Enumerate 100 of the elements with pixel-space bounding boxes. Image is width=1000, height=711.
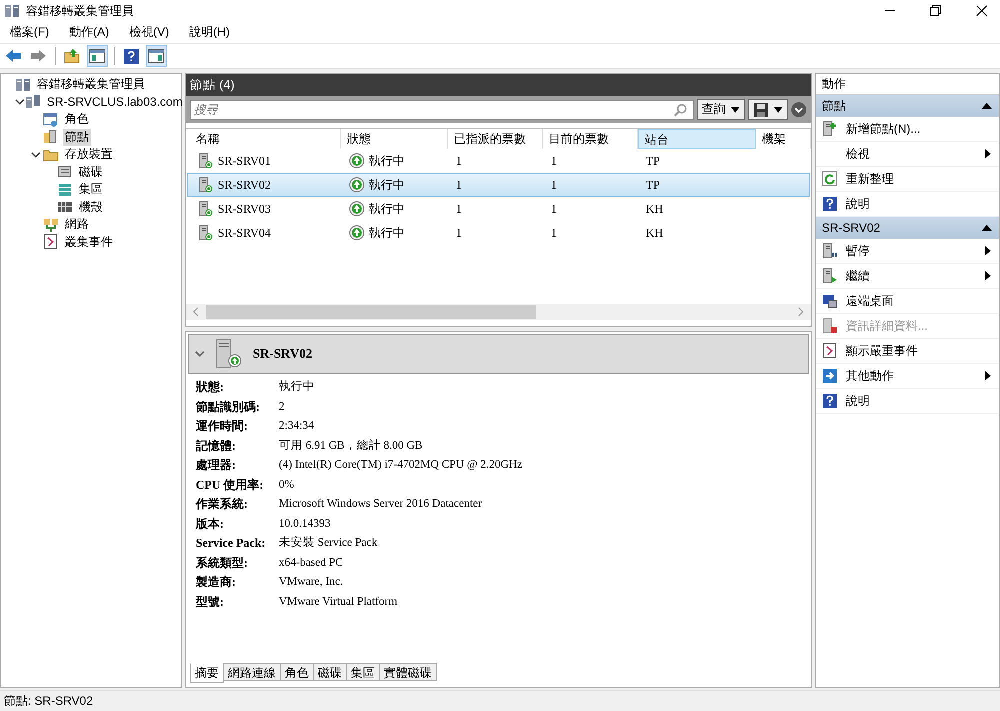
action-pane-button[interactable]	[146, 45, 167, 67]
tree-item[interactable]: 叢集事件	[63, 234, 115, 251]
table-cell: 執行中	[369, 176, 405, 194]
log-icon	[822, 343, 838, 359]
table-cell-text: KH	[645, 202, 664, 216]
server-info-icon	[822, 318, 838, 334]
tab[interactable]: 集區	[347, 663, 380, 681]
monitor-icon	[822, 293, 838, 309]
search-icon	[674, 102, 688, 116]
tree-item[interactable]: 磁碟	[77, 164, 105, 181]
servers-icon	[4, 3, 20, 19]
action-item[interactable]: 其他動作	[816, 364, 999, 389]
panel-title: 節點 (4)	[186, 74, 811, 96]
table-cell: 執行中	[369, 200, 405, 218]
server-pause-icon	[822, 243, 838, 259]
tab[interactable]: 角色	[281, 663, 314, 681]
back-icon	[5, 48, 22, 64]
action-item[interactable]: 繼續	[816, 264, 999, 289]
submenu-arrow-icon	[985, 246, 991, 256]
table-row[interactable]: SR-SRV02 執行中 1 1 TP	[187, 173, 810, 197]
tree-item[interactable]: 機殼	[77, 198, 105, 216]
menu-item[interactable]: 檔案(F)	[10, 24, 50, 41]
tree-item[interactable]: 容錯移轉叢集管理員	[35, 76, 147, 94]
tree-item[interactable]: 節點	[63, 128, 91, 146]
property-value: 可用 6.91 GB，總計 8.00 GB	[279, 438, 424, 454]
detail-title: SR-SRV02	[253, 346, 312, 362]
property-value: 2	[279, 400, 286, 414]
column-header[interactable]: 機架	[756, 129, 811, 149]
submenu-arrow-icon	[985, 149, 991, 159]
search-field[interactable]: 搜尋	[190, 100, 694, 120]
section-header[interactable]: SR-SRV02	[816, 217, 999, 239]
table-cell-text: TP	[645, 178, 662, 192]
help-icon	[822, 393, 838, 409]
table-cell-text: 1	[455, 226, 463, 240]
tab[interactable]: 實體磁碟	[380, 663, 437, 681]
dropdown-arrow-icon	[731, 106, 740, 112]
table-cell-text: 1	[550, 202, 558, 216]
tab[interactable]: 磁碟	[314, 663, 347, 681]
table-cell-text: 1	[455, 178, 463, 192]
table-row[interactable]: SR-SRV01 執行中 1 1 TP	[187, 149, 810, 173]
restore-icon[interactable]	[930, 5, 942, 17]
save-query-button[interactable]	[748, 99, 788, 120]
chevron-down-icon[interactable]	[31, 150, 41, 160]
menu-item[interactable]: 檢視(V)	[129, 24, 170, 41]
column-header[interactable]: 名稱	[186, 129, 341, 149]
tree-item[interactable]: 網路	[63, 216, 91, 234]
close-icon[interactable]	[976, 5, 988, 17]
window-gear-icon	[43, 112, 59, 128]
tree-item[interactable]: SR-SRVCLUS.lab03.com	[45, 95, 185, 110]
table-cell: SR-SRV03	[218, 202, 272, 216]
action-item[interactable]: 新增節點(N)...	[816, 117, 999, 142]
console-tree-button[interactable]	[87, 45, 108, 67]
menu-item[interactable]: 說明(H)	[189, 24, 230, 41]
property-label: 作業系統:	[196, 496, 249, 513]
server-icon	[198, 153, 214, 169]
network-icon	[43, 216, 59, 233]
submenu-arrow-icon	[985, 271, 991, 281]
tab[interactable]: 摘要	[190, 663, 224, 683]
table-cell-text: 1	[455, 154, 463, 168]
console-tree-icon	[89, 48, 106, 64]
action-item[interactable]: 顯示嚴重事件	[816, 339, 999, 364]
status-text: 節點: SR-SRV02	[4, 692, 94, 710]
property-value: Microsoft Windows Server 2016 Datacenter	[279, 497, 484, 512]
action-item[interactable]: 檢視	[816, 142, 999, 167]
dropdown-arrow-icon	[774, 106, 783, 112]
table-row[interactable]: SR-SRV04 執行中 1 1 KH	[187, 221, 810, 245]
action-item[interactable]: 說明	[816, 389, 999, 414]
up-arrow-circle-icon	[349, 153, 365, 169]
expand-circle-icon[interactable]	[791, 102, 807, 118]
menu-item[interactable]: 動作(A)	[69, 24, 110, 41]
window-title: 容錯移轉叢集管理員	[26, 2, 134, 20]
action-item[interactable]: 重新整理	[816, 167, 999, 192]
horizontal-scrollbar[interactable]	[186, 304, 811, 320]
property-value: x64-based PC	[279, 556, 344, 570]
chevron-down-icon[interactable]	[15, 97, 25, 108]
table-row[interactable]: SR-SRV03 執行中 1 1 KH	[187, 197, 810, 221]
action-item[interactable]: 暫停	[816, 239, 999, 264]
server-icon	[215, 339, 243, 369]
table-cell-text: 1	[550, 178, 558, 192]
property-label: 製造商:	[196, 574, 237, 591]
section-header[interactable]: 節點	[816, 95, 999, 117]
property-value: 未安裝 Service Pack	[279, 536, 379, 551]
tab[interactable]: 網路連線	[224, 663, 281, 681]
tree-item[interactable]: 存放裝置	[63, 146, 115, 164]
table-cell-text: 1	[550, 154, 558, 168]
property-value: 10.0.14393	[279, 516, 332, 532]
column-header[interactable]: 站台	[638, 129, 756, 149]
property-label: 處理器:	[196, 457, 237, 474]
server-plus-icon	[822, 121, 838, 137]
property-label: 系統類型:	[196, 554, 249, 572]
tree-item[interactable]: 角色	[63, 111, 91, 128]
column-header[interactable]: 已指派的票數	[448, 129, 543, 149]
column-header[interactable]: 狀態	[341, 129, 448, 149]
up-arrow-circle-icon	[349, 201, 365, 217]
help-icon	[822, 196, 838, 212]
action-item[interactable]: 遠端桌面	[816, 289, 999, 314]
property-label: CPU 使用率:	[196, 476, 265, 494]
tree-item[interactable]: 集區	[77, 181, 105, 198]
property-label: 型號:	[196, 594, 225, 610]
query-button[interactable]: 查詢	[697, 99, 745, 120]
